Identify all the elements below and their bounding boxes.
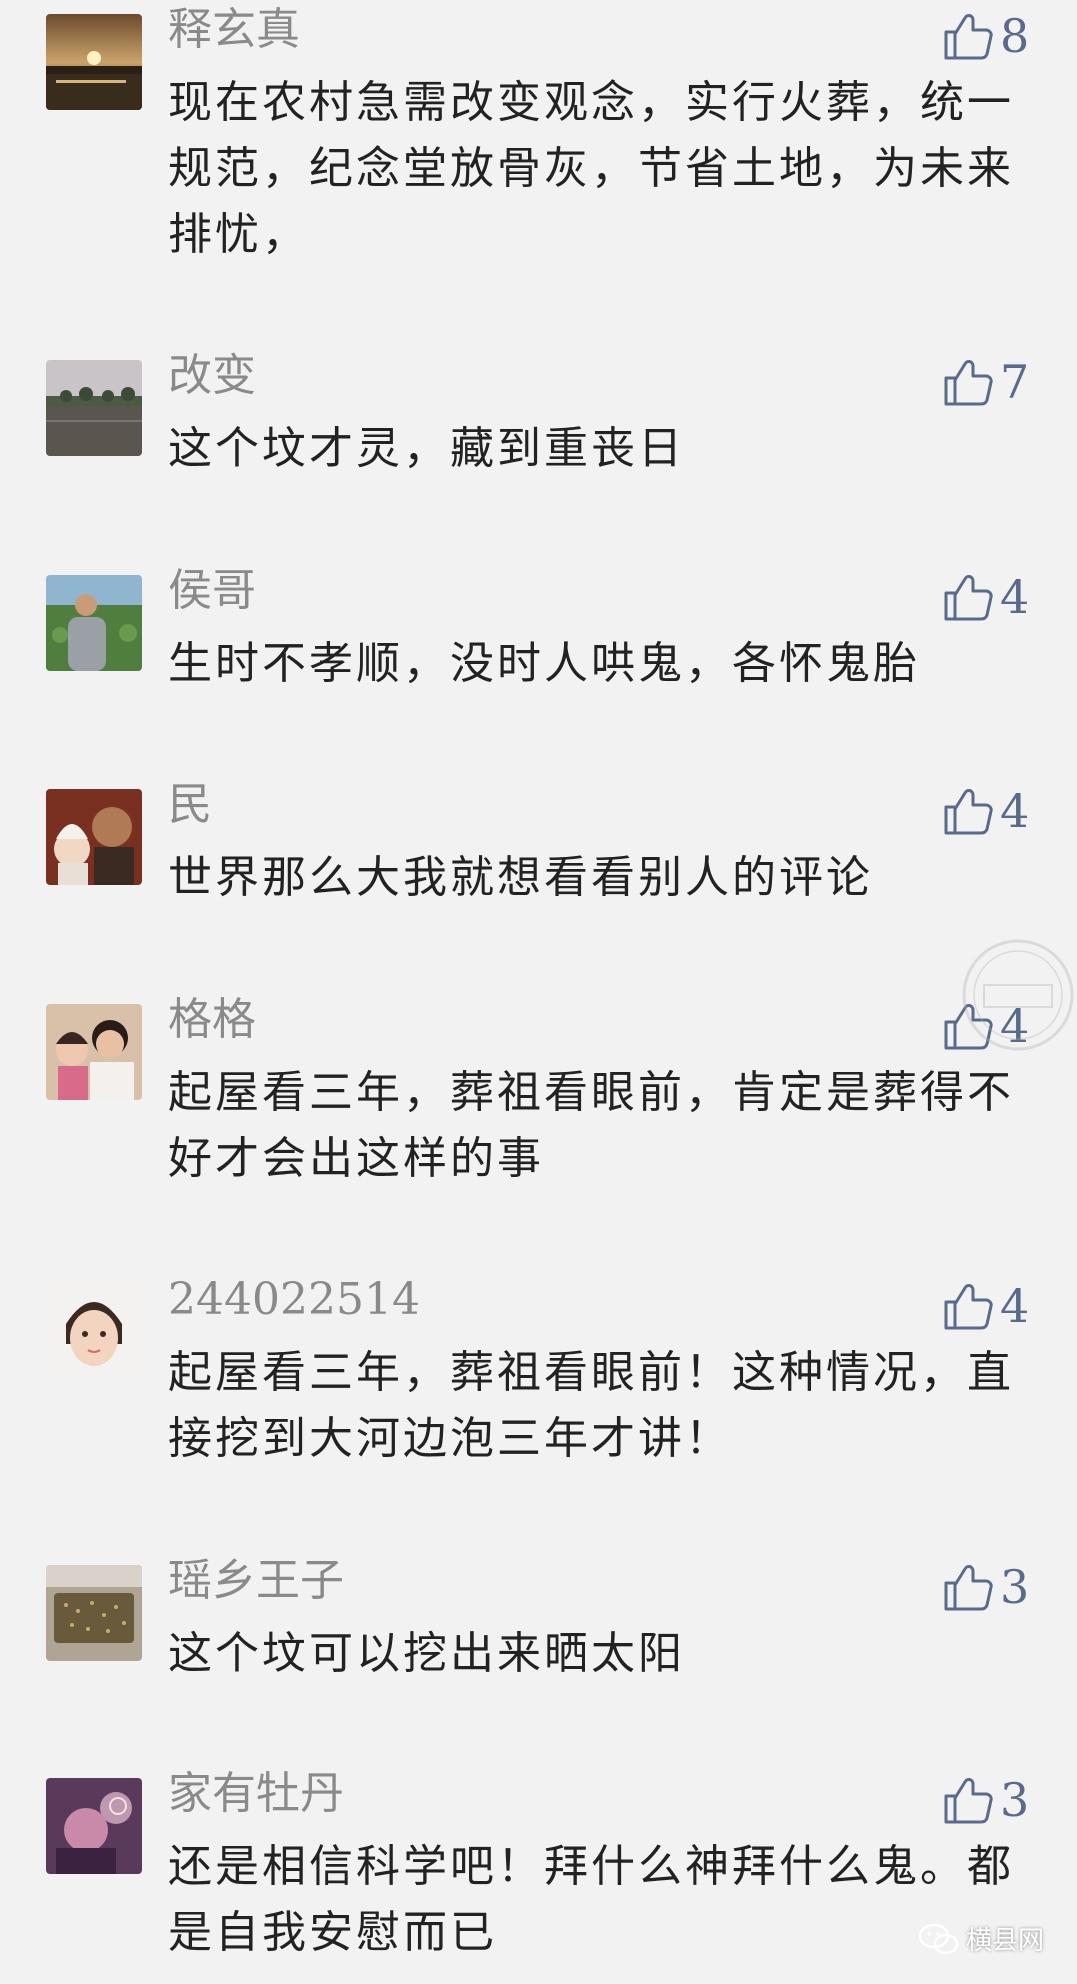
username[interactable]: 民 — [168, 777, 212, 833]
username[interactable]: 244022514 — [168, 1272, 420, 1328]
comment-text: 世界那么大我就想看看别人的评论 — [168, 852, 873, 903]
mother-child-avatar-icon — [46, 1004, 142, 1100]
comment-text: 这个坟可以挖出来晒太阳 — [168, 1628, 685, 1679]
thumbs-up-icon — [944, 14, 993, 60]
father-baby-avatar-icon — [46, 789, 142, 885]
sunset-avatar-icon — [46, 14, 142, 110]
seeds-avatar-icon — [46, 1565, 142, 1661]
avatar[interactable] — [46, 789, 142, 885]
avatar[interactable] — [46, 1778, 142, 1874]
comment-text: 生时不孝顺，没时人哄鬼，各怀鬼胎 — [168, 638, 920, 689]
comment-text: 起屋看三年，葬祖看眼前，肯定是葬得不好才会出这样的事 — [168, 1067, 1014, 1184]
footer-brand-label: 横县网 — [966, 1926, 1045, 1956]
avatar[interactable] — [46, 575, 142, 671]
avatar[interactable] — [46, 1004, 142, 1100]
like-button[interactable]: 8 — [942, 6, 1062, 66]
username[interactable]: 侯哥 — [168, 563, 256, 619]
avatar[interactable] — [46, 1284, 142, 1380]
seal-watermark-icon — [962, 939, 1074, 1051]
thumbs-up-icon — [944, 1565, 993, 1611]
man-lotus-avatar-icon — [46, 575, 142, 671]
like-button[interactable]: 4 — [942, 1276, 1062, 1336]
comment-text: 起屋看三年，葬祖看眼前！这种情况，直接挖到大河边泡三年才讲！ — [168, 1347, 1014, 1464]
username[interactable]: 瑶乡王子 — [168, 1553, 344, 1609]
avatar[interactable] — [46, 360, 142, 456]
username[interactable]: 改变 — [168, 348, 256, 404]
like-count: 3 — [1000, 1560, 1030, 1614]
like-count: 8 — [1000, 9, 1030, 63]
comment-text: 现在农村急需改变观念，实行火葬，统一规范，纪念堂放骨灰，节省土地，为未来排忧， — [168, 77, 1014, 260]
thumbs-up-icon — [944, 1778, 993, 1824]
thumbs-up-icon — [944, 360, 993, 406]
like-button[interactable]: 4 — [942, 781, 1062, 841]
like-count: 4 — [1000, 1279, 1030, 1333]
username[interactable]: 家有牡丹 — [168, 1766, 344, 1822]
comment-list: 释玄真 8 现在农村急需改变观念，实行火葬，统一规范，纪念堂放骨灰，节省土地，为… — [0, 0, 1077, 1984]
girl-avatar-icon — [46, 1284, 142, 1380]
like-button[interactable]: 3 — [942, 1557, 1062, 1617]
like-count: 4 — [1000, 784, 1030, 838]
username[interactable]: 格格 — [168, 992, 256, 1048]
comment-text: 还是相信科学吧！拜什么神拜什么鬼。都是自我安慰而已 — [168, 1841, 1014, 1958]
footer-brand: 横县网 — [918, 1920, 1044, 1957]
username[interactable]: 释玄真 — [168, 2, 300, 58]
lake-avatar-icon — [46, 360, 142, 456]
like-count: 4 — [1000, 570, 1030, 624]
like-button[interactable]: 7 — [942, 352, 1062, 412]
like-count: 7 — [1000, 355, 1030, 409]
thumbs-up-icon — [944, 1284, 993, 1330]
child-pink-avatar-icon — [46, 1778, 142, 1874]
like-count: 3 — [1000, 1773, 1030, 1827]
like-button[interactable]: 3 — [942, 1770, 1062, 1830]
avatar[interactable] — [46, 1565, 142, 1661]
thumbs-up-icon — [944, 575, 993, 621]
comment-text: 这个坟才灵，藏到重丧日 — [168, 423, 685, 474]
wechat-icon — [918, 1923, 959, 1954]
avatar[interactable] — [46, 14, 142, 110]
like-button[interactable]: 4 — [942, 567, 1062, 627]
thumbs-up-icon — [944, 789, 993, 835]
